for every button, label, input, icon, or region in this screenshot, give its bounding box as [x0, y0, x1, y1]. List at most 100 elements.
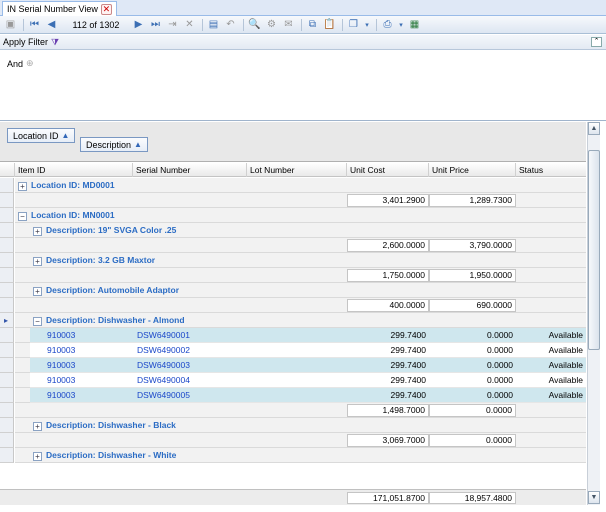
cell-serial-number[interactable]: DSW6490003 — [137, 358, 251, 373]
collapse-icon[interactable]: ⌃ — [591, 37, 602, 47]
group-summary-row[interactable]: 3,401.2900 1,289.7300 — [0, 193, 586, 208]
group-header[interactable]: − Description: Dishwasher - Almond — [30, 313, 586, 328]
expand-icon[interactable]: + — [33, 452, 42, 461]
collapse-icon[interactable]: − — [33, 317, 42, 326]
undo-icon[interactable]: ↶ — [223, 18, 238, 32]
approve-icon[interactable]: ⚙ — [264, 18, 279, 32]
group-header[interactable]: + Location ID: MD0001 — [15, 178, 586, 193]
cell-serial-number[interactable]: DSW6490002 — [137, 343, 251, 358]
table-row[interactable]: 910003 DSW6490002 299.7400 0.0000 Available — [0, 343, 586, 358]
row-indicator[interactable] — [0, 388, 14, 403]
group-row[interactable]: + Description: Automobile Adaptor — [0, 283, 586, 298]
cell-item-id[interactable]: 910003 — [47, 343, 150, 358]
expand-icon[interactable]: + — [33, 257, 42, 266]
data-row-cells[interactable]: 910003 DSW6490004 299.7400 0.0000 Available — [30, 373, 586, 388]
tab-in-serial-number-view[interactable]: IN Serial Number View ✕ — [2, 1, 117, 16]
group-header[interactable]: + Description: Dishwasher - Black — [30, 418, 586, 433]
cell-serial-number[interactable]: DSW6490005 — [137, 388, 251, 403]
group-summary-row[interactable]: 2,600.0000 3,790.0000 — [0, 238, 586, 253]
table-row[interactable]: 910003 DSW6490004 299.7400 0.0000 Available — [0, 373, 586, 388]
group-summary-row[interactable]: 400.0000 690.0000 — [0, 298, 586, 313]
group-chip-description[interactable]: Description ▲ — [80, 137, 148, 152]
cell-serial-number[interactable]: DSW6490001 — [137, 328, 251, 343]
group-header[interactable]: + Description: 3.2 GB Maxtor — [30, 253, 586, 268]
row-indicator[interactable] — [0, 253, 14, 268]
table-row[interactable]: 910003 DSW6490001 299.7400 0.0000 Available — [0, 328, 586, 343]
filter-and-group[interactable]: And ⊕ — [7, 58, 34, 69]
row-indicator[interactable] — [0, 193, 14, 208]
data-row-cells[interactable]: 910003 DSW6490001 299.7400 0.0000 Available — [30, 328, 586, 343]
scroll-down-icon[interactable]: ▼ — [588, 491, 600, 504]
group-summary-row[interactable]: 1,750.0000 1,950.0000 — [0, 268, 586, 283]
group-row[interactable]: + Description: 3.2 GB Maxtor — [0, 253, 586, 268]
row-indicator[interactable] — [0, 178, 14, 193]
preview-icon[interactable]: 🔍 — [247, 18, 262, 32]
column-header-unit-price[interactable]: Unit Price — [429, 163, 516, 177]
print-icon[interactable]: ⎙ — [380, 18, 395, 32]
cell-item-id[interactable]: 910003 — [47, 388, 150, 403]
group-summary-row[interactable]: 1,498.7000 0.0000 — [0, 403, 586, 418]
edit-icon[interactable]: ▤ — [206, 18, 221, 32]
table-row[interactable]: 910003 DSW6490005 299.7400 0.0000 Available — [0, 388, 586, 403]
email-icon[interactable]: ✉ — [281, 18, 296, 32]
filter-funnel-icon[interactable]: ⧩ — [51, 37, 59, 48]
vertical-scrollbar[interactable]: ▲ ▼ — [587, 122, 600, 505]
group-row[interactable]: + Description: 19" SVGA Color .25 — [0, 223, 586, 238]
expand-icon[interactable]: + — [33, 287, 42, 296]
data-row-cells[interactable]: 910003 DSW6490005 299.7400 0.0000 Available — [30, 388, 586, 403]
group-header[interactable]: + Description: Dishwasher - White — [30, 448, 586, 463]
row-indicator[interactable] — [0, 373, 14, 388]
row-indicator[interactable] — [0, 238, 14, 253]
table-row[interactable]: 910003 DSW6490003 299.7400 0.0000 Available — [0, 358, 586, 373]
cell-item-id[interactable]: 910003 — [47, 373, 150, 388]
close-icon[interactable]: ✕ — [100, 3, 112, 15]
group-chip-location-id[interactable]: Location ID ▲ — [7, 128, 76, 143]
cell-item-id[interactable]: 910003 — [47, 328, 150, 343]
row-indicator[interactable] — [0, 403, 14, 418]
row-indicator[interactable] — [0, 358, 14, 373]
copy-icon[interactable]: ⧉ — [305, 18, 320, 32]
paste-icon[interactable]: 📋 — [322, 18, 337, 32]
expand-icon[interactable]: + — [33, 227, 42, 236]
excel-icon[interactable]: ▦ — [407, 18, 422, 32]
row-indicator[interactable] — [0, 433, 14, 448]
column-header-item-id[interactable]: Item ID — [15, 163, 133, 177]
row-indicator[interactable] — [0, 313, 14, 328]
scroll-up-icon[interactable]: ▲ — [588, 122, 600, 135]
group-header[interactable]: − Location ID: MN0001 — [15, 208, 586, 223]
cell-serial-number[interactable]: DSW6490004 — [137, 373, 251, 388]
data-row-cells[interactable]: 910003 DSW6490002 299.7400 0.0000 Available — [30, 343, 586, 358]
next-icon[interactable]: ▶ — [131, 18, 146, 32]
row-indicator[interactable] — [0, 328, 14, 343]
row-indicator[interactable] — [0, 223, 14, 238]
row-indicator[interactable] — [0, 298, 14, 313]
clone-icon[interactable]: ❐ — [346, 18, 361, 32]
group-row[interactable]: − Location ID: MN0001 — [0, 208, 586, 223]
data-row-cells[interactable]: 910003 DSW6490003 299.7400 0.0000 Available — [30, 358, 586, 373]
last-icon[interactable]: ⏭ — [148, 18, 163, 32]
group-summary-row[interactable]: 3,069.7000 0.0000 — [0, 433, 586, 448]
group-row[interactable]: + Location ID: MD0001 — [0, 178, 586, 193]
column-header-status[interactable]: Status — [516, 163, 586, 177]
row-indicator[interactable] — [0, 418, 14, 433]
expand-icon[interactable]: + — [18, 182, 27, 191]
group-header[interactable]: + Description: 19" SVGA Color .25 — [30, 223, 586, 238]
row-indicator[interactable] — [0, 283, 14, 298]
expand-icon[interactable]: + — [33, 422, 42, 431]
column-header-unit-cost[interactable]: Unit Cost — [347, 163, 429, 177]
row-indicator[interactable] — [0, 448, 14, 463]
collapse-icon[interactable]: − — [18, 212, 27, 221]
column-header-lot-number[interactable]: Lot Number — [247, 163, 347, 177]
group-row[interactable]: + Description: Dishwasher - Black — [0, 418, 586, 433]
row-indicator[interactable] — [0, 343, 14, 358]
row-indicator[interactable] — [0, 268, 14, 283]
cell-item-id[interactable]: 910003 — [47, 358, 150, 373]
group-row[interactable]: −Description: Dishwasher - Almond — [0, 313, 586, 328]
group-row[interactable]: + Description: Dishwasher - White — [0, 448, 586, 463]
delete-icon[interactable]: ✕ — [182, 18, 197, 32]
dropdown-arrow-icon[interactable]: ▾ — [363, 18, 371, 32]
dropdown-arrow-icon[interactable]: ▾ — [397, 18, 405, 32]
scroll-thumb[interactable] — [588, 150, 600, 350]
add-condition-icon[interactable]: ⊕ — [26, 58, 34, 69]
column-header-serial-number[interactable]: Serial Number — [133, 163, 247, 177]
